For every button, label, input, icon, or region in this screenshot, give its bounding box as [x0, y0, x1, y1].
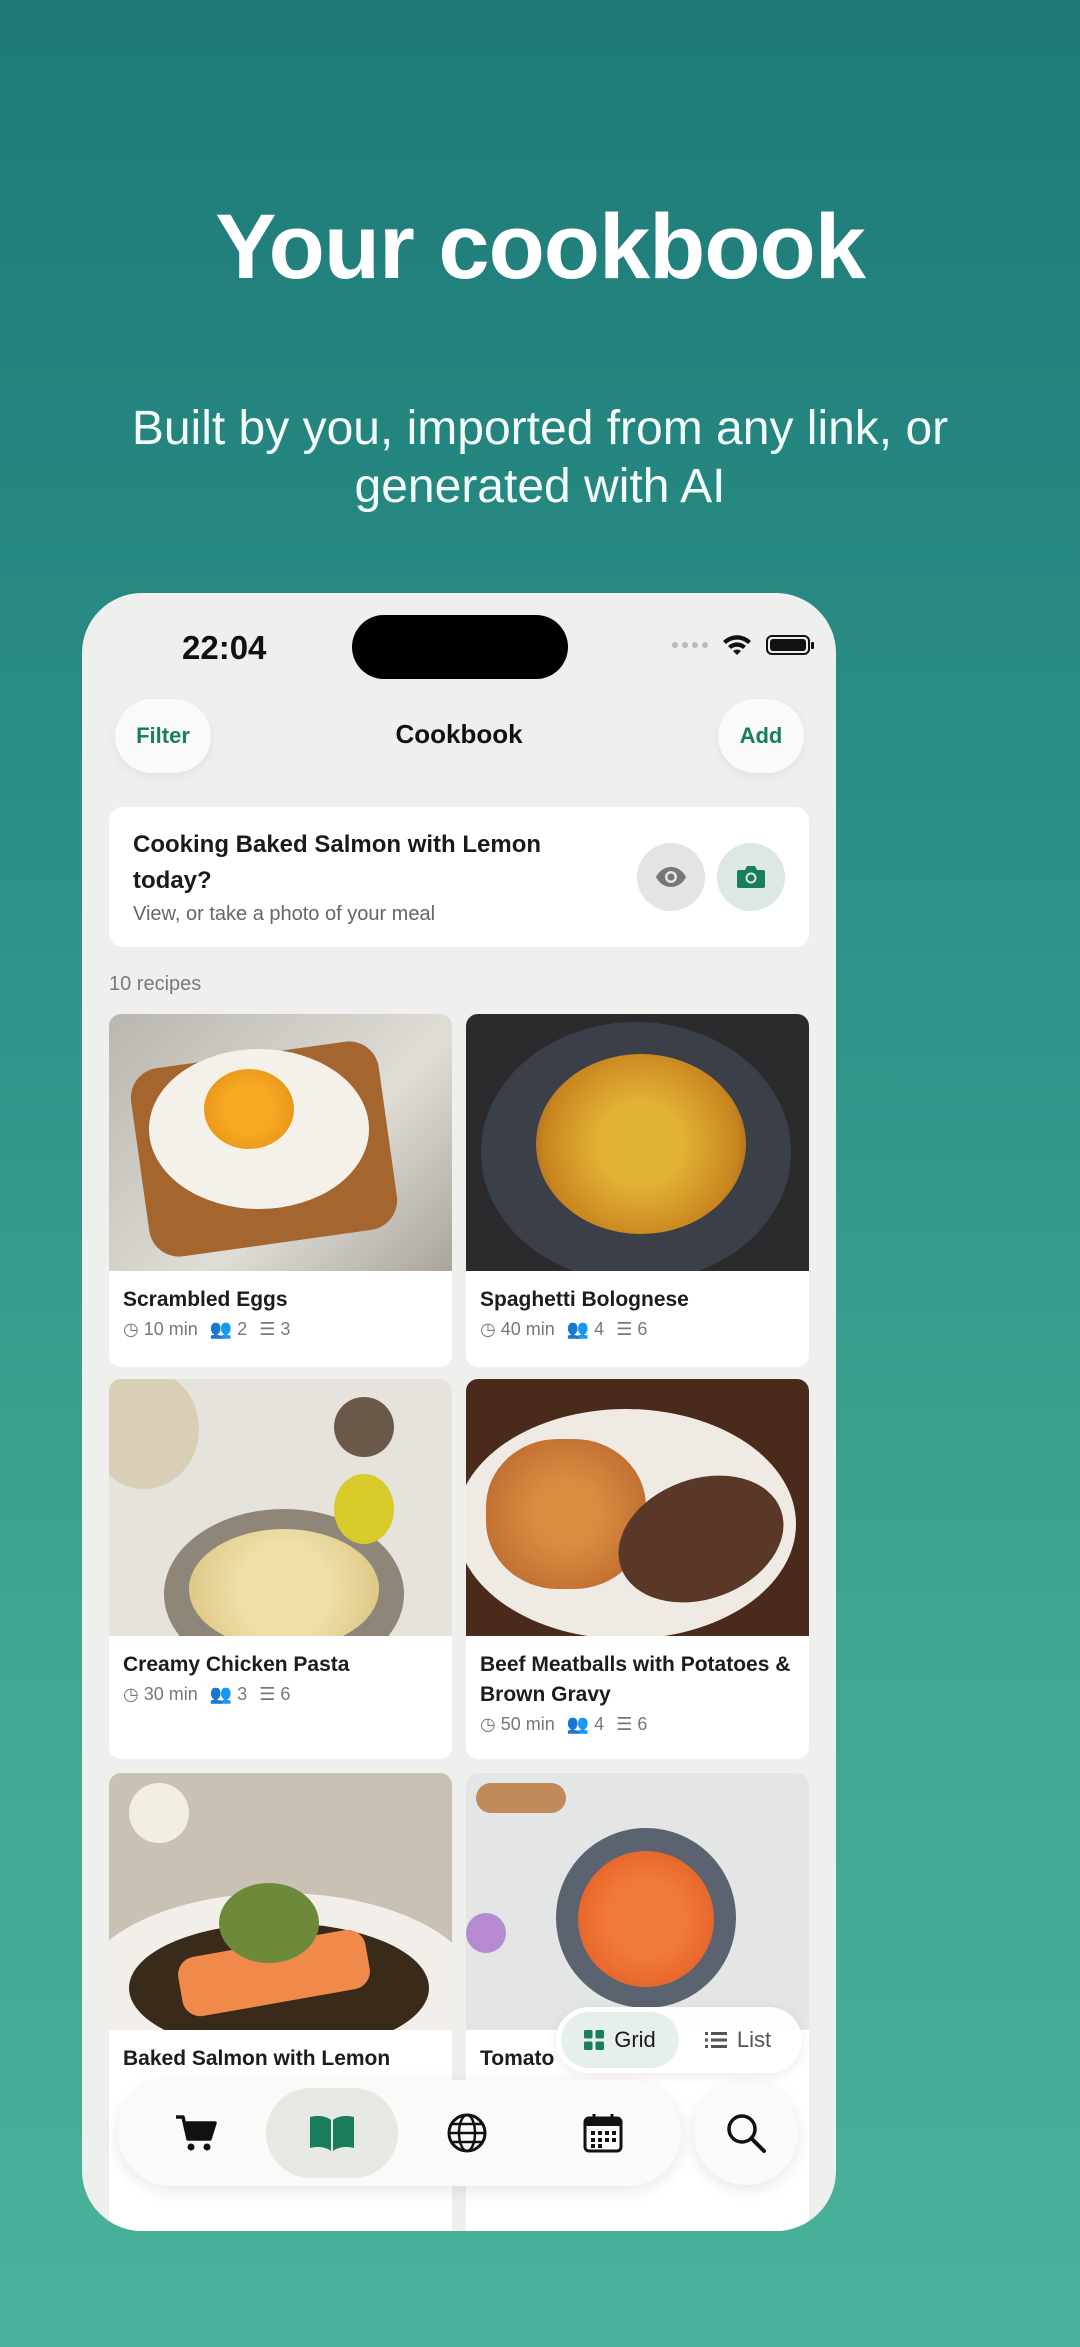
globe-icon	[447, 2113, 487, 2153]
status-icons	[672, 633, 814, 657]
tab-cookbook[interactable]	[265, 2088, 398, 2178]
clock-icon: ◷	[480, 1319, 496, 1339]
recipe-time: 30 min	[143, 1684, 198, 1704]
recipe-meta: ◷ 40 min 👥 4 ☰ 6	[480, 1319, 795, 1340]
recipe-servings: 3	[237, 1684, 248, 1704]
view-toggle: Grid List	[556, 2007, 802, 2073]
list-view-button[interactable]: List	[679, 2012, 797, 2068]
recipe-steps: 6	[637, 1319, 648, 1339]
recipe-title: Spaghetti Bolognese	[480, 1288, 689, 1311]
list-icon: ☰	[616, 1319, 633, 1339]
banner-title: Cooking Baked Salmon with Lemon today?	[133, 831, 542, 894]
list-icon: ☰	[616, 1714, 633, 1734]
recipe-servings: 2	[237, 1319, 248, 1339]
grid-label: Grid	[614, 2027, 656, 2052]
recipe-title: Creamy Chicken Pasta	[123, 1653, 350, 1676]
status-time: 22:04	[182, 629, 267, 666]
tab-bar	[118, 2080, 681, 2186]
dynamic-island	[352, 615, 568, 679]
recipe-servings: 4	[594, 1714, 605, 1734]
clock-icon: ◷	[123, 1684, 139, 1704]
recipe-steps: 6	[280, 1684, 291, 1704]
recipe-image	[466, 1379, 809, 1636]
grid-view-button[interactable]: Grid	[561, 2012, 679, 2068]
eye-icon	[656, 867, 686, 887]
phone-screen: 22:04 Filter Cookbook Add Cooking Baked …	[82, 593, 836, 2231]
recipe-servings: 4	[594, 1319, 605, 1339]
hero-title: Your cookbook	[215, 196, 866, 298]
recipe-count: 10 recipes	[109, 973, 202, 995]
recipe-time: 40 min	[500, 1319, 555, 1339]
tab-meal-plan[interactable]	[537, 2088, 669, 2178]
recipe-title: Beef Meatballs with Potatoes & Brown Gra…	[480, 1653, 791, 1706]
recipe-time: 10 min	[143, 1319, 198, 1339]
view-button[interactable]	[637, 843, 705, 911]
list-icon	[704, 2032, 727, 2048]
people-icon: 👥	[209, 1684, 233, 1704]
camera-button[interactable]	[717, 843, 785, 911]
clock-icon: ◷	[123, 1319, 139, 1339]
recipe-title: Scrambled Eggs	[123, 1288, 288, 1311]
people-icon: 👥	[566, 1319, 590, 1339]
recipe-meta: ◷ 30 min 👥 3 ☰ 6	[123, 1684, 438, 1705]
banner-subtitle: View, or take a photo of your meal	[133, 903, 436, 925]
camera-icon	[737, 866, 765, 888]
recipe-card[interactable]: Beef Meatballs with Potatoes & Brown Gra…	[466, 1379, 809, 1759]
cooking-today-banner[interactable]: Cooking Baked Salmon with Lemon today? V…	[109, 807, 809, 947]
recipe-card[interactable]: Spaghetti Bolognese ◷ 40 min 👥 4 ☰ 6	[466, 1014, 809, 1367]
recipe-image	[466, 1773, 809, 2030]
signal-icon	[672, 642, 708, 648]
recipe-image	[109, 1379, 452, 1636]
calendar-icon	[583, 2114, 623, 2153]
battery-icon	[766, 635, 814, 655]
recipe-image	[466, 1014, 809, 1271]
tab-discover[interactable]	[401, 2088, 533, 2178]
wifi-icon	[723, 635, 751, 655]
hero-subtitle: Built by you, imported from any link, or…	[131, 402, 949, 513]
recipe-image	[109, 1773, 452, 2030]
recipe-meta: ◷ 50 min 👥 4 ☰ 6	[480, 1714, 795, 1735]
search-button[interactable]	[694, 2081, 798, 2185]
recipe-time: 50 min	[500, 1714, 555, 1734]
recipe-card[interactable]: Scrambled Eggs ◷ 10 min 👥 2 ☰ 3	[109, 1014, 452, 1367]
clock-icon: ◷	[480, 1714, 496, 1734]
add-button[interactable]: Add	[718, 699, 804, 773]
list-icon: ☰	[259, 1319, 276, 1339]
list-label: List	[736, 2027, 772, 2052]
recipe-steps: 3	[280, 1319, 291, 1339]
search-icon	[727, 2114, 766, 2153]
list-icon: ☰	[259, 1684, 276, 1704]
book-icon	[309, 2116, 354, 2151]
grid-icon	[584, 2030, 605, 2050]
people-icon: 👥	[566, 1714, 590, 1734]
recipe-image	[109, 1014, 452, 1271]
recipe-title: Baked Salmon with Lemon	[123, 2047, 391, 2070]
people-icon: 👥	[209, 1319, 233, 1339]
cart-icon	[175, 2115, 217, 2151]
recipe-card[interactable]: Creamy Chicken Pasta ◷ 30 min 👥 3 ☰ 6	[109, 1379, 452, 1759]
recipe-meta: ◷ 10 min 👥 2 ☰ 3	[123, 1319, 438, 1340]
recipe-steps: 6	[637, 1714, 648, 1734]
tab-shopping[interactable]	[130, 2088, 262, 2178]
